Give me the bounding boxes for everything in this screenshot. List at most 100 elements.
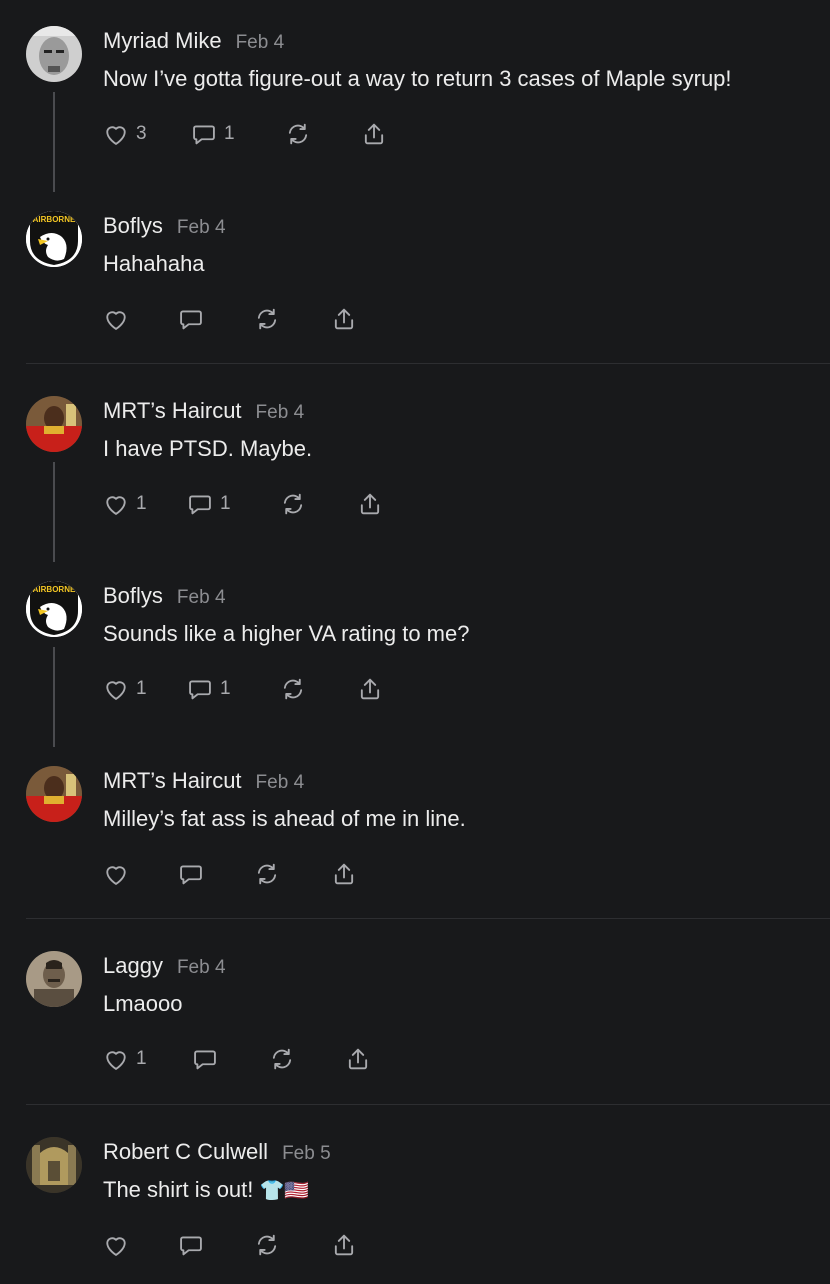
restack-icon xyxy=(257,1234,277,1256)
author-name[interactable]: Robert C Culwell xyxy=(103,1139,268,1164)
comment: AIRBORNE Boflys Feb 4 Sounds like a highe… xyxy=(0,581,830,747)
comment-date[interactable]: Feb 4 xyxy=(256,772,305,793)
comment-icon xyxy=(180,865,202,885)
thread-line xyxy=(53,647,55,747)
restack-button[interactable] xyxy=(279,488,307,520)
restack-button[interactable] xyxy=(284,118,312,150)
thread-line xyxy=(53,462,55,562)
like-button[interactable] xyxy=(102,858,130,890)
avatar[interactable] xyxy=(26,26,82,82)
comment-icon xyxy=(189,680,211,700)
svg-text:AIRBORNE: AIRBORNE xyxy=(33,585,76,594)
reply-button[interactable]: 1 xyxy=(186,488,231,520)
avatar-image xyxy=(26,396,82,452)
share-button[interactable] xyxy=(330,303,358,335)
avatar[interactable]: AIRBORNE xyxy=(26,581,82,637)
restack-button[interactable] xyxy=(253,303,281,335)
svg-text:AIRBORNE: AIRBORNE xyxy=(33,215,76,224)
share-button[interactable] xyxy=(356,673,384,705)
restack-icon xyxy=(288,123,308,145)
heart-icon xyxy=(106,126,126,145)
author-name[interactable]: Boflys xyxy=(103,213,163,238)
like-button[interactable]: 1 xyxy=(102,1043,147,1075)
avatar[interactable] xyxy=(26,1137,82,1193)
author-name[interactable]: MRT’s Haircut xyxy=(103,398,242,423)
restack-icon xyxy=(257,308,277,330)
heart-icon xyxy=(106,1051,126,1070)
comment-header: MRT’s Haircut Feb 4 xyxy=(103,398,304,424)
share-icon xyxy=(334,1234,354,1256)
avatar-image xyxy=(26,766,82,822)
author-name[interactable]: Boflys xyxy=(103,583,163,608)
reply-button[interactable] xyxy=(191,1043,219,1075)
heart-icon xyxy=(106,681,126,700)
share-button[interactable] xyxy=(360,118,388,150)
comment-date[interactable]: Feb 4 xyxy=(256,402,305,423)
comment-icon xyxy=(180,1236,202,1256)
avatar-image: AIRBORNE xyxy=(26,211,82,267)
reply-button[interactable] xyxy=(177,858,205,890)
author-name[interactable]: Laggy xyxy=(103,953,163,978)
avatar[interactable] xyxy=(26,766,82,822)
share-button[interactable] xyxy=(330,1229,358,1261)
restack-button[interactable] xyxy=(279,673,307,705)
avatar-image xyxy=(26,951,82,1007)
like-button[interactable]: 3 xyxy=(102,118,147,150)
share-icon xyxy=(364,123,384,145)
comment-text: The shirt is out! 👕🇺🇸 xyxy=(103,1177,309,1203)
like-button[interactable] xyxy=(102,1229,130,1261)
comment-header: Laggy Feb 4 xyxy=(103,953,226,979)
share-icon xyxy=(360,678,380,700)
heart-icon xyxy=(106,1237,126,1256)
comment-icon xyxy=(189,495,211,515)
comment-text: Now I’ve gotta figure-out a way to retur… xyxy=(103,66,732,91)
avatar[interactable] xyxy=(26,951,82,1007)
divider xyxy=(26,1104,830,1105)
reply-button[interactable] xyxy=(177,1229,205,1261)
comment-date[interactable]: Feb 4 xyxy=(236,32,285,53)
restack-icon xyxy=(272,1048,292,1070)
restack-icon xyxy=(257,863,277,885)
comment: AIRBORNE Boflys Feb 4 Hahahaha xyxy=(0,211,830,351)
restack-button[interactable] xyxy=(253,858,281,890)
comment-text: Lmaooo xyxy=(103,991,183,1016)
restack-icon xyxy=(283,678,303,700)
reply-count: 1 xyxy=(224,123,235,144)
like-button[interactable]: 1 xyxy=(102,488,147,520)
comment: Myriad Mike Feb 4 Now I’ve gotta figure-o… xyxy=(0,26,830,192)
avatar[interactable] xyxy=(26,396,82,452)
comment-header: MRT’s Haircut Feb 4 xyxy=(103,768,304,794)
heart-icon xyxy=(106,311,126,330)
comment-date[interactable]: Feb 5 xyxy=(282,1143,331,1164)
comment-date[interactable]: Feb 4 xyxy=(177,217,226,238)
like-button[interactable]: 1 xyxy=(102,673,147,705)
comment-text: I have PTSD. Maybe. xyxy=(103,436,313,461)
divider xyxy=(26,918,830,919)
comment-text: Sounds like a higher VA rating to me? xyxy=(103,621,470,646)
comment-date[interactable]: Feb 4 xyxy=(177,957,226,978)
comment-icon xyxy=(193,125,215,145)
share-button[interactable] xyxy=(330,858,358,890)
like-button[interactable] xyxy=(102,303,130,335)
author-name[interactable]: MRT’s Haircut xyxy=(103,768,242,793)
comment-text-body: The shirt is out! xyxy=(103,1177,254,1202)
share-button[interactable] xyxy=(344,1043,372,1075)
reply-button[interactable]: 1 xyxy=(186,673,231,705)
comment-text: Milley’s fat ass is ahead of me in line. xyxy=(103,806,466,831)
reply-button[interactable]: 1 xyxy=(190,118,235,150)
shirt-flag-emoji: 👕🇺🇸 xyxy=(259,1180,310,1202)
avatar-image xyxy=(26,1137,82,1193)
share-button[interactable] xyxy=(356,488,384,520)
restack-button[interactable] xyxy=(253,1229,281,1261)
author-name[interactable]: Myriad Mike xyxy=(103,28,222,53)
like-count: 1 xyxy=(136,493,147,514)
avatar[interactable]: AIRBORNE xyxy=(26,211,82,267)
restack-icon xyxy=(283,493,303,515)
restack-button[interactable] xyxy=(268,1043,296,1075)
heart-icon xyxy=(106,866,126,885)
comment-text: Hahahaha xyxy=(103,251,205,276)
comment-icon xyxy=(180,310,202,330)
comment-date[interactable]: Feb 4 xyxy=(177,587,226,608)
reply-button[interactable] xyxy=(177,303,205,335)
comment-header: Boflys Feb 4 xyxy=(103,583,226,609)
